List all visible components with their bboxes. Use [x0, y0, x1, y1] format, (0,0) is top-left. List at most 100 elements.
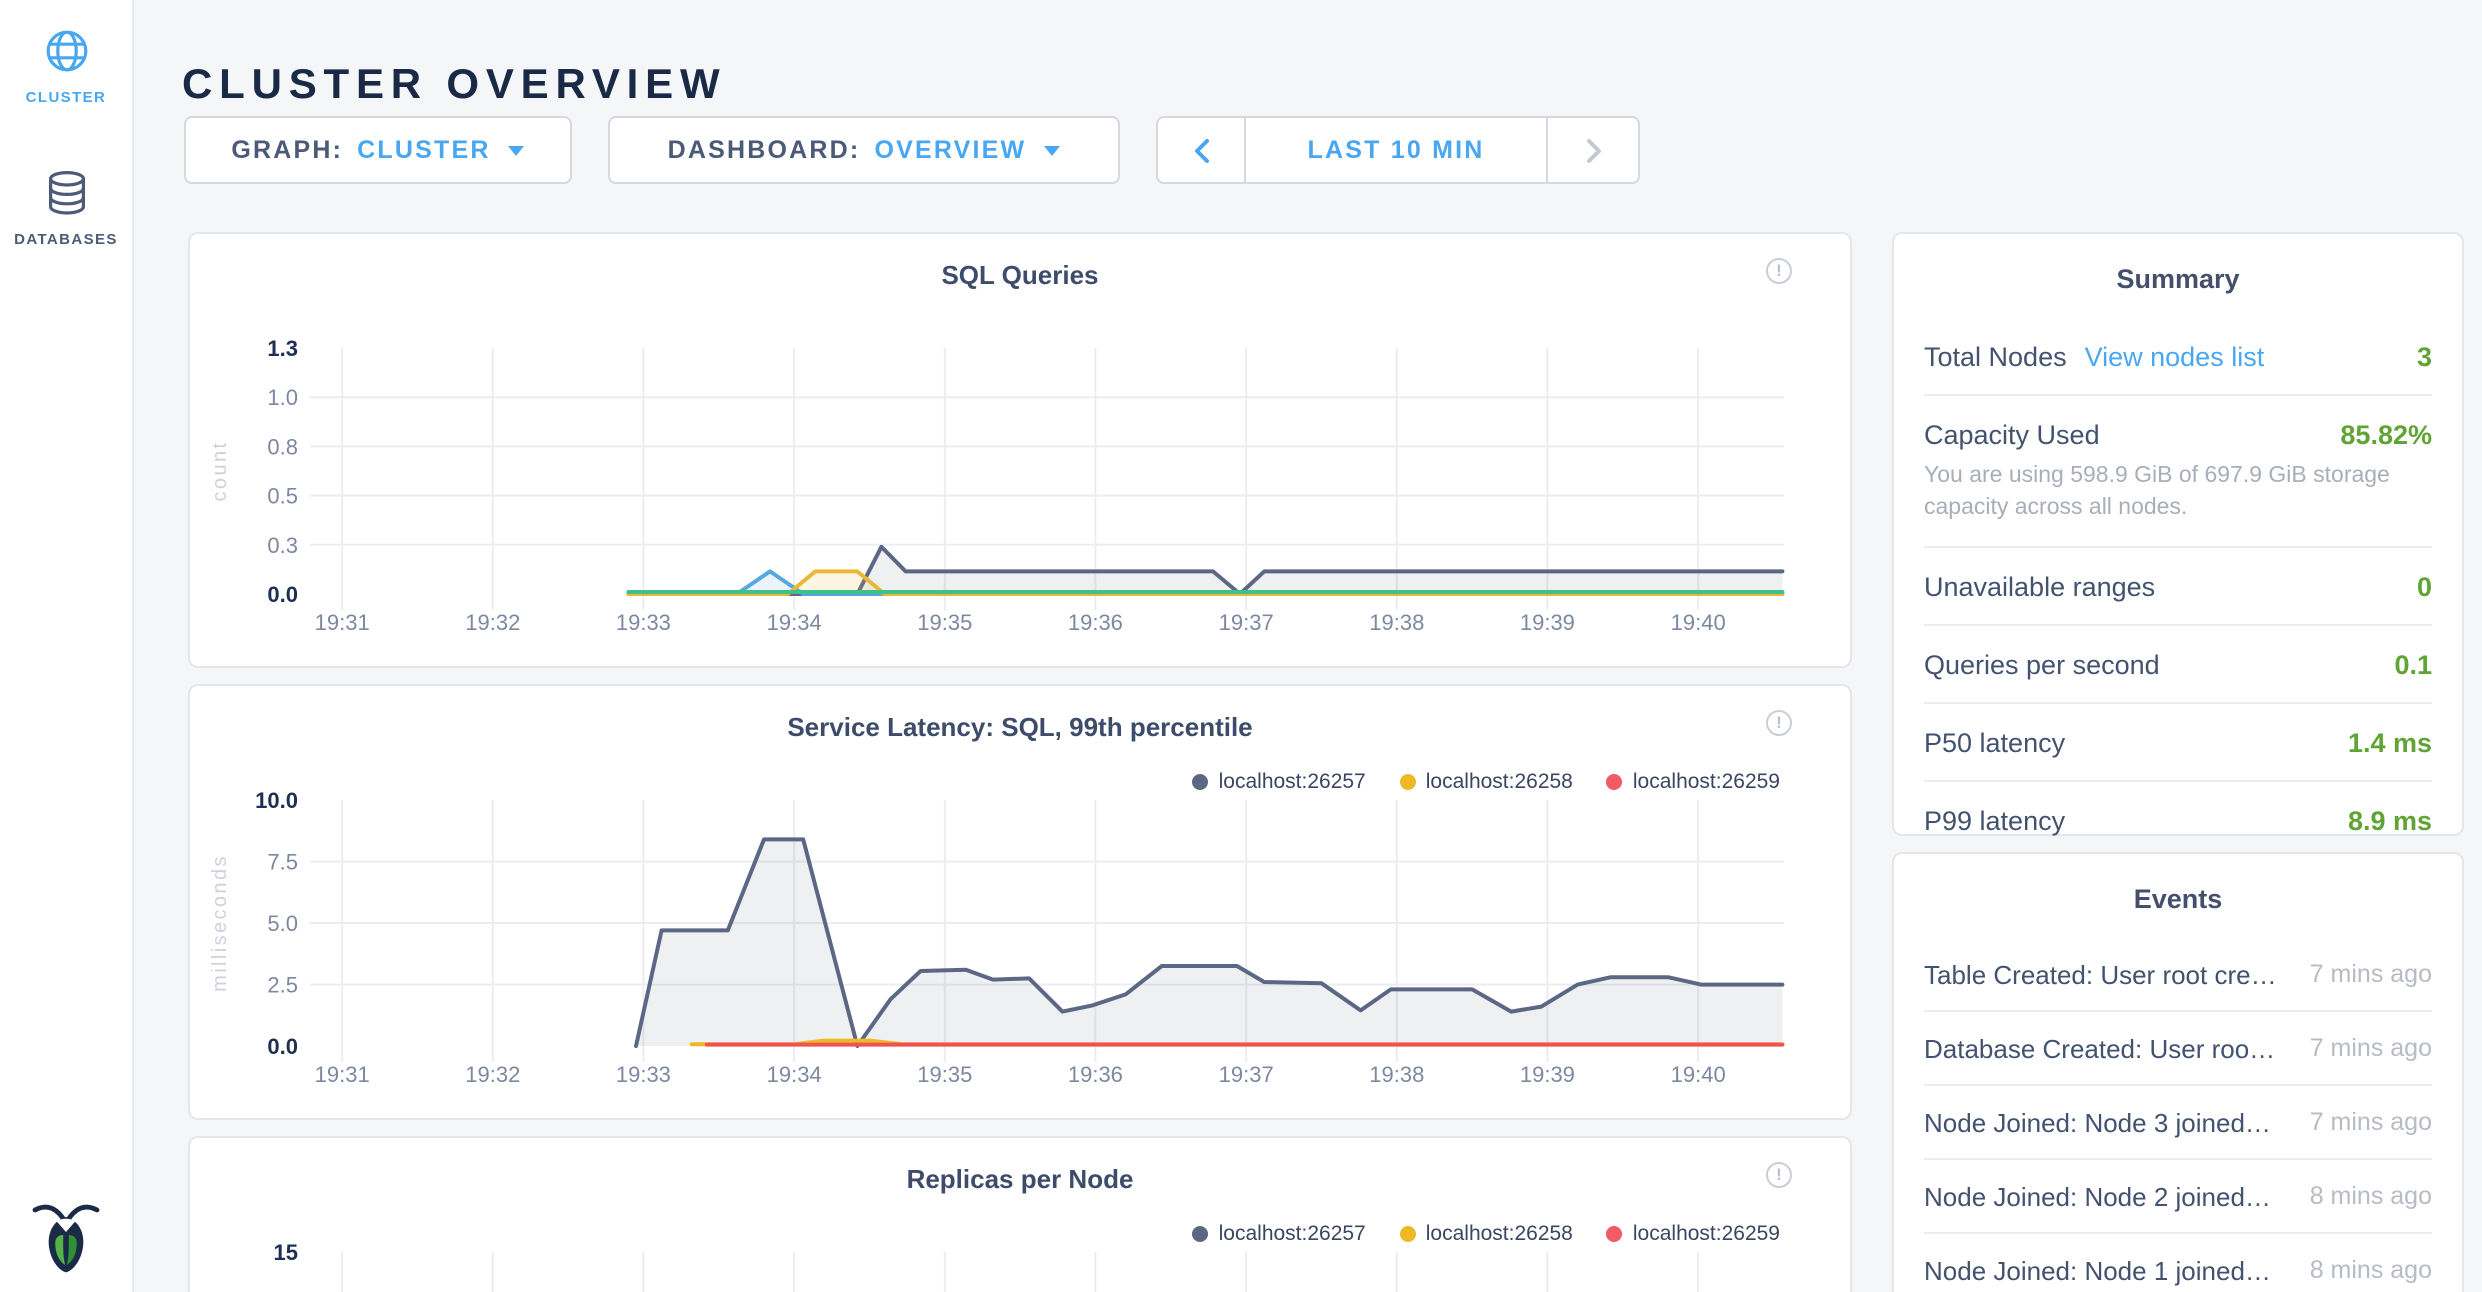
svg-text:19:40: 19:40 — [1671, 1062, 1726, 1087]
svg-text:1.0: 1.0 — [267, 385, 298, 410]
svg-text:19:38: 19:38 — [1369, 610, 1424, 635]
info-icon[interactable] — [1766, 1162, 1792, 1188]
chart-title: Service Latency: SQL, 99th percentile — [190, 712, 1850, 742]
svg-text:7.5: 7.5 — [267, 850, 298, 875]
queries-per-second-value: 0.1 — [2394, 649, 2432, 679]
sidebar: CLUSTER DATABASES — [0, 0, 134, 1292]
total-nodes-value: 3 — [2417, 342, 2432, 372]
series-dot-icon — [1607, 774, 1623, 790]
summary-row-capacity: Capacity Used 85.82% You are using 598.9… — [1924, 396, 2432, 548]
events-panel: Events Table Created: User root cre… 7 m… — [1892, 852, 2464, 1292]
sidebar-item-cluster-label: CLUSTER — [26, 88, 107, 106]
event-row[interactable]: Node Joined: Node 1 joined… 8 mins ago — [1924, 1234, 2432, 1292]
svg-text:19:37: 19:37 — [1219, 1062, 1274, 1087]
sidebar-item-databases[interactable]: DATABASES — [0, 170, 132, 248]
event-row[interactable]: Node Joined: Node 3 joined… 7 mins ago — [1924, 1086, 2432, 1160]
chart-title: Replicas per Node — [190, 1164, 1850, 1194]
service-latency-plot[interactable]: 0.02.55.07.510.019:3119:3219:3319:3419:3… — [190, 686, 1854, 1118]
svg-text:19:35: 19:35 — [917, 610, 972, 635]
legend-item[interactable]: localhost:26259 — [1607, 1222, 1780, 1246]
svg-text:19:36: 19:36 — [1068, 1062, 1123, 1087]
svg-text:19:32: 19:32 — [465, 610, 520, 635]
chevron-down-icon — [509, 145, 525, 155]
svg-text:0.5: 0.5 — [267, 484, 298, 509]
svg-text:19:36: 19:36 — [1068, 610, 1123, 635]
legend-item[interactable]: localhost:26258 — [1400, 770, 1573, 794]
database-icon — [45, 170, 87, 216]
event-time: 7 mins ago — [2294, 960, 2432, 988]
svg-text:19:38: 19:38 — [1369, 1062, 1424, 1087]
summary-row-queries-per-second: Queries per second 0.1 — [1924, 626, 2432, 704]
svg-text:19:32: 19:32 — [465, 1062, 520, 1087]
time-window-value[interactable]: LAST 10 MIN — [1246, 118, 1546, 182]
info-icon[interactable] — [1766, 258, 1792, 284]
events-title: Events — [1894, 854, 2462, 914]
series-dot-icon — [1607, 1226, 1623, 1242]
legend-item[interactable]: localhost:26259 — [1607, 770, 1780, 794]
svg-text:19:33: 19:33 — [616, 1062, 671, 1087]
event-time: 8 mins ago — [2294, 1256, 2432, 1284]
sql-queries-plot[interactable]: 0.0 0.3 0.5 0.8 1.0 1.3 19:31 19:32 19:33 19:34 19… — [190, 234, 1854, 666]
svg-text:0.0: 0.0 — [267, 582, 298, 607]
svg-text:19:34: 19:34 — [767, 610, 822, 635]
legend-item[interactable]: localhost:26257 — [1193, 770, 1366, 794]
sidebar-item-databases-label: DATABASES — [14, 230, 118, 248]
svg-text:10.0: 10.0 — [255, 788, 298, 813]
time-window-next-button[interactable] — [1546, 118, 1638, 182]
chart-legend: localhost:26257 localhost:26258 localhos… — [1193, 770, 1780, 794]
view-nodes-list-link[interactable]: View nodes list — [2085, 342, 2265, 372]
time-window-selector: LAST 10 MIN — [1156, 116, 1640, 184]
graph-dropdown[interactable]: GRAPH: CLUSTER — [184, 116, 572, 184]
info-icon[interactable] — [1766, 710, 1792, 736]
summary-row-total-nodes: Total Nodes View nodes list 3 — [1924, 320, 2432, 396]
chevron-down-icon — [1044, 145, 1060, 155]
capacity-value: 85.82% — [2340, 419, 2432, 449]
svg-text:19:33: 19:33 — [616, 610, 671, 635]
sidebar-item-cluster[interactable]: CLUSTER — [0, 28, 132, 106]
chevron-left-icon — [1193, 137, 1209, 163]
event-row[interactable]: Database Created: User roo… 7 mins ago — [1924, 1012, 2432, 1086]
legend-item[interactable]: localhost:26257 — [1193, 1222, 1366, 1246]
p99-latency-value: 8.9 ms — [2348, 805, 2432, 835]
svg-text:19:31: 19:31 — [315, 610, 370, 635]
p50-latency-value: 1.4 ms — [2348, 727, 2432, 757]
svg-text:milliseconds: milliseconds — [209, 854, 231, 992]
capacity-description: You are using 598.9 GiB of 697.9 GiB sto… — [1924, 460, 2432, 524]
svg-text:1.3: 1.3 — [267, 336, 298, 361]
svg-text:19:39: 19:39 — [1520, 1062, 1575, 1087]
cluster-overview-page: CLUSTER DATABASES — [0, 0, 2482, 1292]
summary-row-p50-latency: P50 latency 1.4 ms — [1924, 704, 2432, 782]
dashboard-dropdown-value: OVERVIEW — [874, 136, 1026, 164]
svg-text:count: count — [209, 441, 231, 502]
series-dot-icon — [1193, 1226, 1209, 1242]
replicas-per-node-plot[interactable]: 15141312111019:3119:3219:3319:3419:3519:… — [190, 1138, 1854, 1292]
event-row[interactable]: Node Joined: Node 2 joined… 8 mins ago — [1924, 1160, 2432, 1234]
series-dot-icon — [1400, 774, 1416, 790]
dashboard-dropdown-label: DASHBOARD: — [668, 136, 861, 164]
svg-text:19:37: 19:37 — [1219, 610, 1274, 635]
svg-text:0.3: 0.3 — [267, 533, 298, 558]
svg-text:19:39: 19:39 — [1520, 610, 1575, 635]
cockroachdb-logo-icon — [30, 1198, 102, 1274]
summary-title: Summary — [1894, 234, 2462, 294]
svg-text:19:40: 19:40 — [1671, 610, 1726, 635]
time-window-prev-button[interactable] — [1158, 118, 1246, 182]
chevron-right-icon — [1585, 137, 1601, 163]
event-row[interactable]: Table Created: User root cre… 7 mins ago — [1924, 938, 2432, 1012]
svg-text:0.8: 0.8 — [267, 434, 298, 459]
capacity-label: Capacity Used — [1924, 419, 2100, 449]
summary-row-unavailable-ranges: Unavailable ranges 0 — [1924, 548, 2432, 626]
chart-card-service-latency: 0.02.55.07.510.019:3119:3219:3319:3419:3… — [188, 684, 1852, 1120]
svg-text:2.5: 2.5 — [267, 973, 298, 998]
total-nodes-label: Total Nodes — [1924, 342, 2067, 372]
svg-text:19:34: 19:34 — [767, 1062, 822, 1087]
series-dot-icon — [1400, 1226, 1416, 1242]
svg-text:0.0: 0.0 — [267, 1034, 298, 1059]
chart-title: SQL Queries — [190, 260, 1850, 290]
graph-dropdown-value: CLUSTER — [357, 136, 490, 164]
svg-text:5.0: 5.0 — [267, 911, 298, 936]
svg-text:15: 15 — [274, 1240, 298, 1265]
event-time: 7 mins ago — [2294, 1108, 2432, 1136]
legend-item[interactable]: localhost:26258 — [1400, 1222, 1573, 1246]
dashboard-dropdown[interactable]: DASHBOARD: OVERVIEW — [608, 116, 1120, 184]
